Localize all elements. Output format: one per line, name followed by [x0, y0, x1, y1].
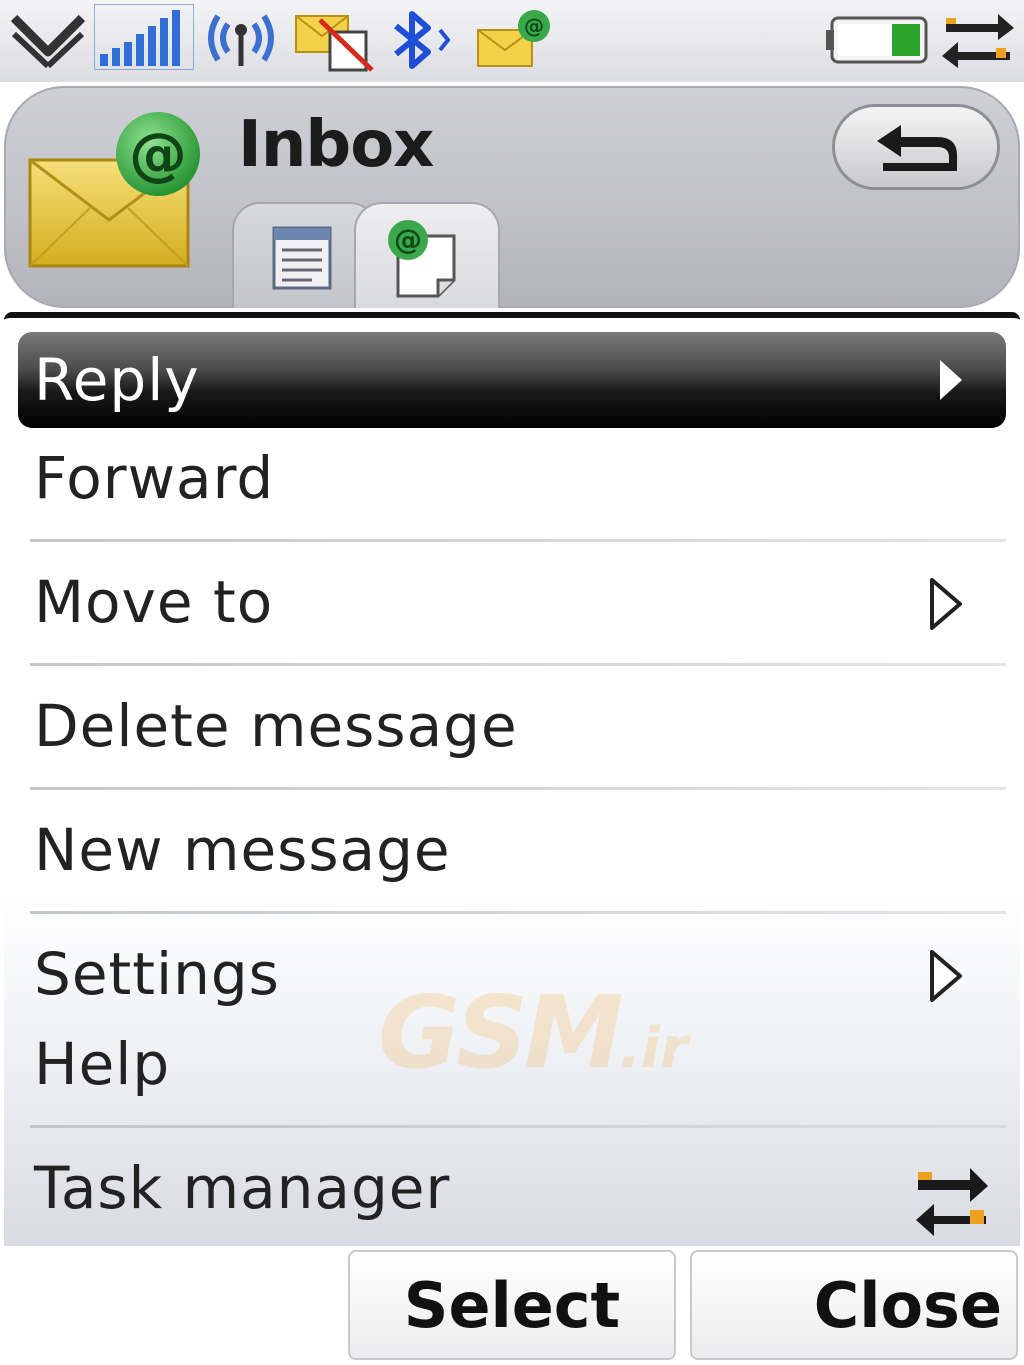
watermark: GSM.ir: [378, 974, 688, 1091]
menu-item-delete-message[interactable]: Delete message: [4, 666, 1020, 790]
svg-text:@: @: [524, 14, 544, 38]
menu-item-label: Move to: [34, 568, 274, 636]
divider: [30, 1125, 1006, 1128]
envelope-at-icon: @: [28, 112, 200, 268]
back-arrow-icon: [877, 125, 957, 171]
email-notification-icon[interactable]: @: [474, 6, 554, 70]
no-mail-icon: [295, 15, 374, 72]
app-header: @ Inbox @: [0, 82, 1024, 312]
status-bar: @: [0, 0, 1024, 82]
menu-item-label: Delete message: [34, 692, 518, 760]
phone-screen: @ @ Inbox @ Reply Forward Move to Delete…: [0, 0, 1024, 1365]
task-switch-icon: [916, 1168, 988, 1236]
dropdown-chevron-icon[interactable]: [8, 10, 88, 70]
close-button[interactable]: Close: [690, 1250, 1018, 1360]
menu-item-label: New message: [34, 816, 451, 884]
softkey-bar: Select Close: [0, 1246, 1024, 1365]
menu-item-label: Settings: [34, 940, 280, 1008]
radio-waves-icon: [208, 14, 274, 66]
chevron-right-icon: [940, 360, 962, 400]
menu-item-new-message[interactable]: New message: [4, 790, 1020, 914]
chevron-right-icon: [930, 950, 962, 1002]
menu-item-forward[interactable]: Forward: [4, 418, 1020, 542]
back-button[interactable]: [832, 104, 1000, 190]
message-list-icon: [272, 226, 332, 290]
options-menu: Reply Forward Move to Delete message New…: [4, 312, 1020, 1246]
menu-item-label: Forward: [34, 444, 275, 512]
menu-item-label: Help: [34, 1030, 171, 1098]
select-button[interactable]: Select: [348, 1250, 676, 1360]
email-document-icon: @: [388, 220, 456, 298]
chevron-right-icon: [930, 578, 962, 630]
tab-email-message[interactable]: @: [354, 202, 500, 308]
menu-item-task-manager[interactable]: Task manager: [4, 1134, 1020, 1252]
page-title: Inbox: [238, 108, 434, 182]
menu-item-move-to[interactable]: Move to: [4, 542, 1020, 666]
menu-item-label: Reply: [34, 346, 200, 414]
task-switch-icon[interactable]: [940, 8, 1016, 72]
menu-item-reply[interactable]: Reply: [18, 332, 1006, 428]
battery-icon: [826, 16, 928, 64]
signal-strength-icon: [94, 4, 194, 70]
svg-text:@: @: [394, 223, 422, 256]
menu-item-label: Task manager: [34, 1154, 451, 1222]
bluetooth-icon: [394, 11, 451, 69]
svg-text:@: @: [129, 120, 187, 188]
